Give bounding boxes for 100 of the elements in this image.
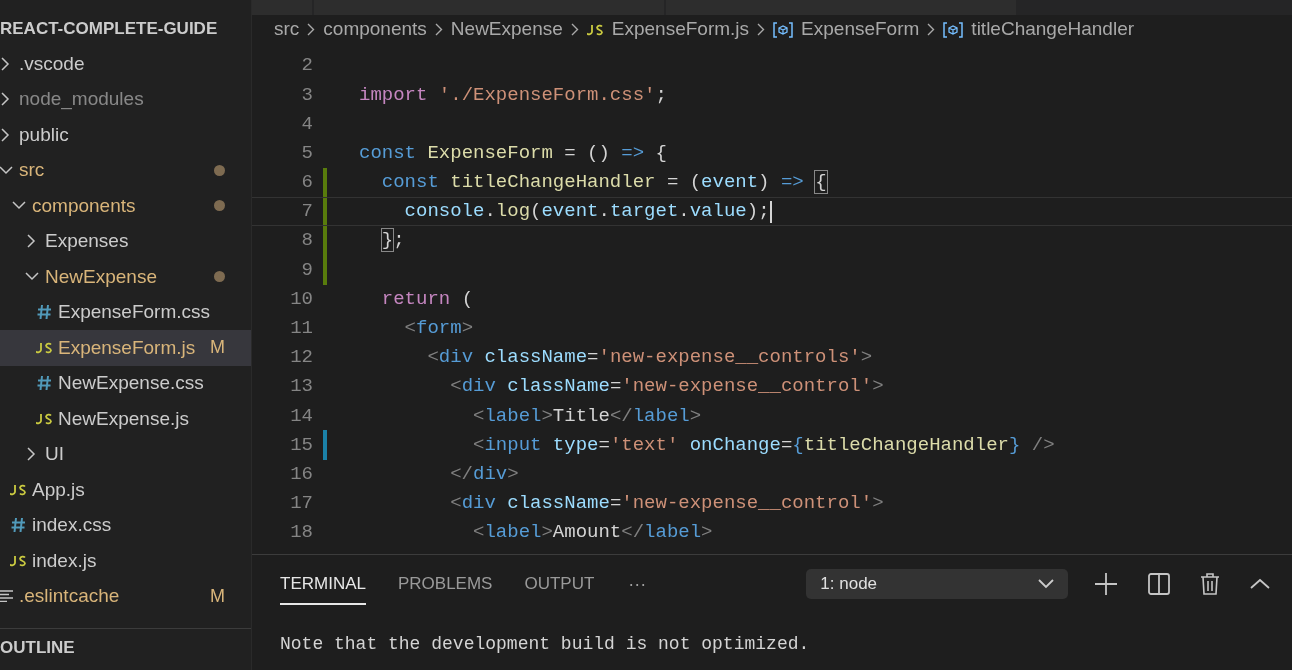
- line-number: 17: [289, 491, 313, 517]
- add-icon[interactable]: [1094, 572, 1118, 596]
- file-name: .vscode: [19, 51, 85, 76]
- file-name: index.css: [32, 513, 112, 537]
- js-file-icon: [586, 23, 604, 36]
- tree-item[interactable]: NewExpense: [0, 259, 251, 295]
- line-number: 13: [289, 374, 313, 400]
- tree-item[interactable]: NewExpense.js: [0, 401, 251, 437]
- file-name: public: [19, 122, 69, 147]
- breadcrumb[interactable]: ExpenseForm: [801, 15, 920, 44]
- file-name: NewExpense.js: [58, 406, 189, 431]
- chevron-right-icon: [1, 92, 10, 107]
- chevron-right-icon: [434, 23, 443, 36]
- file-name: .eslintcache: [19, 584, 120, 608]
- outline-header[interactable]: OUTLINE: [0, 635, 75, 661]
- panel-tab[interactable]: OUTPUT: [524, 563, 595, 605]
- line-number: 10: [289, 286, 313, 312]
- file-name: ExpenseForm.css: [58, 300, 211, 324]
- code-line: const ExpenseForm = () => {: [359, 140, 667, 166]
- more-button[interactable]: ···: [628, 570, 647, 598]
- chevron-right-icon: [570, 23, 579, 36]
- text-cursor: [769, 200, 772, 223]
- code-line: <div className='new-expense__control'>: [449, 491, 884, 517]
- js-file-icon: [10, 554, 27, 567]
- code-line: };: [380, 228, 405, 254]
- chevron-right-icon: [307, 23, 316, 36]
- hash-file-icon: [37, 375, 52, 392]
- tree-item[interactable]: index.js: [0, 543, 251, 579]
- line-number: 11: [289, 316, 313, 342]
- file-name: Expenses: [45, 229, 129, 253]
- line-number: 5: [300, 140, 313, 166]
- code-line: <form>: [403, 316, 474, 342]
- tree-item[interactable]: ExpenseForm.css: [0, 294, 251, 330]
- code-line: <div className='new-expense__control'>: [449, 374, 884, 400]
- line-number: 18: [289, 520, 313, 546]
- line-number: 4: [300, 111, 313, 137]
- chevron-right-icon: [27, 234, 36, 249]
- tree-item[interactable]: index.css: [0, 507, 251, 543]
- breadcrumb[interactable]: components: [323, 15, 427, 44]
- tree-item[interactable]: public: [0, 117, 251, 153]
- chevron-right-icon: [1, 56, 10, 71]
- code-line: console.log(event.target.value);: [403, 199, 770, 225]
- panel-tab[interactable]: PROBLEMS: [397, 563, 493, 605]
- tree-item[interactable]: node_modules: [0, 81, 251, 117]
- file-name: NewExpense.css: [58, 371, 204, 395]
- code-line: const titleChangeHandler = (event) => {: [380, 170, 827, 196]
- file-name: NewExpense: [45, 264, 157, 289]
- breadcrumb[interactable]: ExpenseForm.js: [611, 15, 750, 44]
- chevron-down-icon: [1038, 579, 1054, 589]
- git-status: M: [210, 584, 225, 608]
- chevron-down-icon: [24, 272, 39, 282]
- trash-icon[interactable]: [1200, 573, 1220, 595]
- line-number: 6: [300, 170, 313, 196]
- chevron-down-icon: [11, 201, 26, 211]
- split-icon[interactable]: [1148, 573, 1170, 595]
- code-line: <label>Title</label>: [472, 403, 702, 429]
- tree-item[interactable]: Expenses: [0, 223, 251, 259]
- js-file-icon: [36, 341, 53, 354]
- chevron-right-icon: [1, 127, 10, 142]
- code-line: <label>Amount</label>: [472, 520, 713, 546]
- js-file-icon: [10, 483, 27, 496]
- git-status: M: [210, 336, 225, 360]
- tree-item[interactable]: components: [0, 188, 251, 224]
- tree-item[interactable]: .eslintcache M: [0, 578, 251, 614]
- tree-item[interactable]: .vscode: [0, 46, 251, 82]
- code-line: return (: [380, 286, 474, 312]
- tree-item[interactable]: UI: [0, 436, 251, 472]
- chevron-up-icon[interactable]: [1250, 578, 1270, 590]
- line-number: 15: [289, 432, 313, 458]
- terminal-line: Note that the development build is not optimized.: [280, 633, 811, 656]
- line-number: 7: [300, 199, 313, 225]
- line-number: 9: [300, 257, 313, 283]
- line-number: 3: [300, 82, 313, 108]
- file-name: UI: [45, 442, 64, 466]
- breadcrumb[interactable]: titleChangeHandler: [971, 15, 1135, 44]
- file-name: node_modules: [19, 87, 144, 112]
- line-number: 14: [289, 403, 313, 429]
- terminal-select[interactable]: 1: node: [806, 569, 1068, 599]
- code-line: import './ExpenseForm.css';: [359, 82, 667, 108]
- breadcrumb[interactable]: src: [274, 15, 300, 44]
- tree-item[interactable]: src: [0, 152, 251, 188]
- code-line: <input type='text' onChange={titleChangeHandler} />: [472, 432, 1055, 458]
- file-name: index.js: [32, 548, 97, 573]
- lines-file-icon: [0, 590, 13, 603]
- symbol-icon: [943, 21, 964, 38]
- js-file-icon: [36, 412, 53, 425]
- tree-item[interactable]: ExpenseForm.js M: [0, 330, 251, 366]
- line-number: 12: [289, 345, 313, 371]
- file-name: components: [32, 193, 136, 218]
- panel-tab[interactable]: TERMINAL: [280, 563, 366, 605]
- tree-item[interactable]: NewExpense.css: [0, 365, 251, 401]
- file-name: App.js: [32, 477, 85, 502]
- chevron-right-icon: [757, 23, 766, 36]
- code-line: </div>: [449, 461, 519, 487]
- symbol-icon: [773, 21, 794, 38]
- file-name: ExpenseForm.js: [58, 335, 196, 360]
- tree-item[interactable]: App.js: [0, 472, 251, 508]
- line-number: 16: [289, 461, 313, 487]
- breadcrumb[interactable]: NewExpense: [450, 15, 563, 44]
- hash-file-icon: [11, 517, 26, 534]
